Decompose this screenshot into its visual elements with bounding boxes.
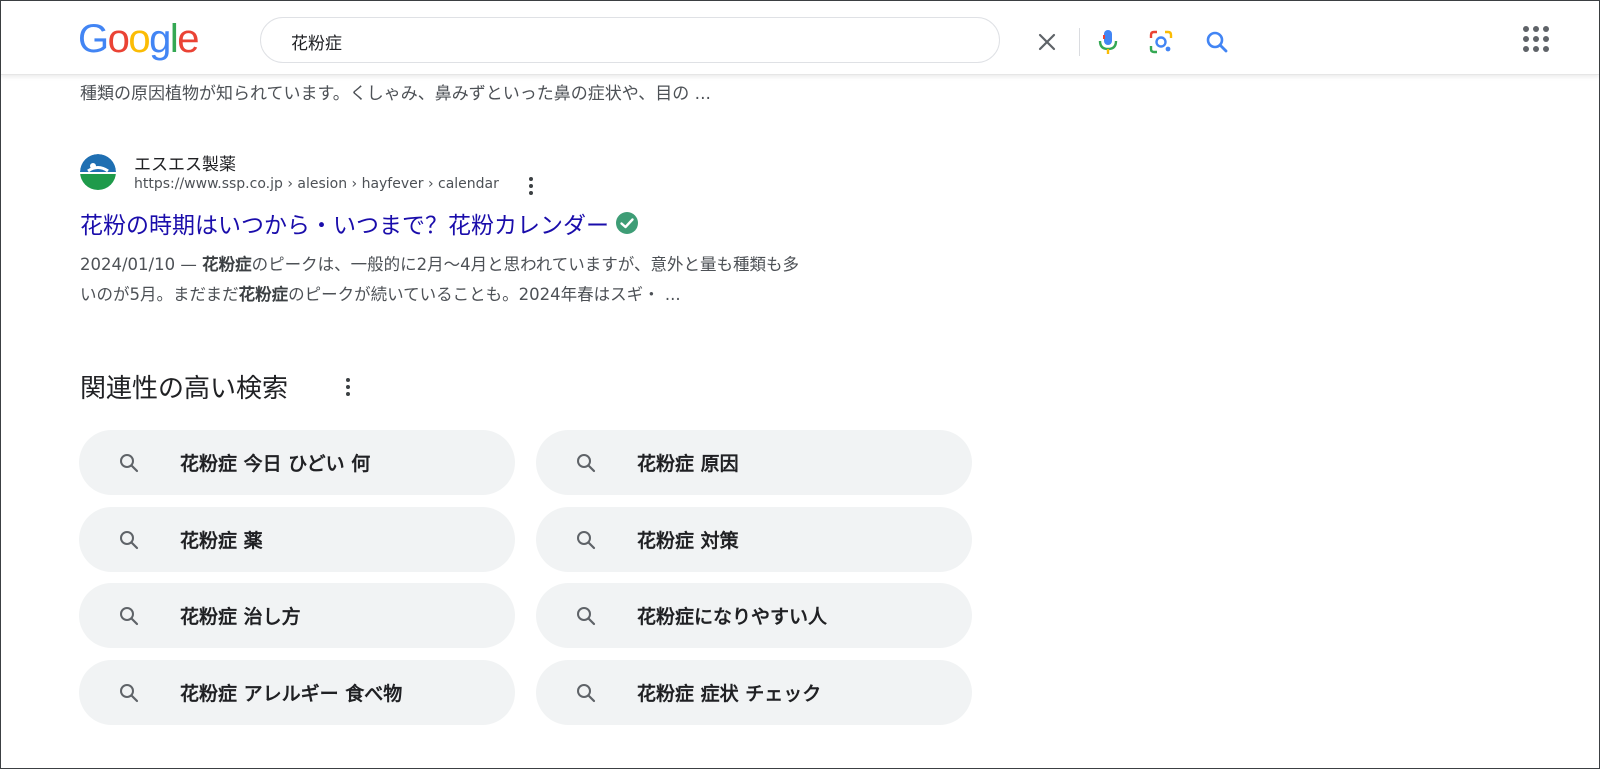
search-icon <box>117 681 141 705</box>
related-search-label: 花粉症になりやすい人 <box>637 606 828 628</box>
search-icon[interactable] <box>1203 28 1231 56</box>
related-search-label: 花粉症 症状 チェック <box>637 683 822 705</box>
related-search-label: 花粉症 アレルギー 食べ物 <box>180 683 403 705</box>
related-search-chip[interactable]: 花粉症 今日 ひどい 何 <box>79 430 515 495</box>
snippet-text: のピークは、一般的に2月～4月と思われていますが、意外と量も種類も多 <box>251 255 799 274</box>
related-search-label: 花粉症 今日 ひどい 何 <box>180 453 371 475</box>
search-box[interactable]: 花粉症 <box>260 17 1228 63</box>
related-search-label: 花粉症 対策 <box>637 530 739 552</box>
logo-letter: g <box>149 16 171 61</box>
google-logo[interactable]: G o o g l e <box>78 16 199 61</box>
search-box-divider <box>1079 28 1080 56</box>
close-icon[interactable] <box>1035 30 1059 54</box>
site-url[interactable]: https://www.ssp.co.jp › alesion › hayfev… <box>134 176 499 192</box>
search-input[interactable]: 花粉症 <box>291 29 342 54</box>
search-header: G o o g l e 花粉症 <box>1 1 1599 75</box>
snippet-line: いのが5月。まだまだ花粉症のピークが続いていることも。2024年春はスギ・ ..… <box>80 280 920 310</box>
related-search-chip[interactable]: 花粉症 対策 <box>536 507 972 572</box>
logo-letter: o <box>128 16 150 61</box>
verified-check-icon <box>615 211 639 235</box>
search-icon <box>574 681 598 705</box>
search-icon <box>574 604 598 628</box>
related-search-chip[interactable]: 花粉症 薬 <box>79 507 515 572</box>
related-search-chip[interactable]: 花粉症になりやすい人 <box>536 583 972 648</box>
related-search-chip[interactable]: 花粉症 治し方 <box>79 583 515 648</box>
result-title-link[interactable]: 花粉の時期はいつから・いつまで？花粉カレンダー <box>80 206 639 240</box>
camera-lens-icon[interactable] <box>1148 29 1174 55</box>
search-icon <box>117 451 141 475</box>
more-options-icon[interactable] <box>522 176 540 196</box>
more-options-icon[interactable] <box>339 376 357 398</box>
snippet-line: 2024/01/10 — 花粉症のピークは、一般的に2月～4月と思われていますが… <box>80 250 920 280</box>
related-search-chip[interactable]: 花粉症 原因 <box>536 430 972 495</box>
snippet-keyword: 花粉症 <box>238 285 289 304</box>
logo-letter: o <box>107 16 130 61</box>
snippet-text: いのが5月。まだまだ <box>80 285 239 304</box>
logo-letter: G <box>78 16 109 61</box>
related-search-chip[interactable]: 花粉症 症状 チェック <box>536 660 972 725</box>
search-icon <box>574 528 598 552</box>
search-icon <box>574 451 598 475</box>
related-searches-title: 関連性の高い検索 <box>80 374 289 404</box>
logo-letter: l <box>169 16 179 61</box>
site-name[interactable]: エスエス製薬 <box>134 150 236 175</box>
snippet-text: 2024/01/10 — <box>80 255 203 274</box>
snippet-keyword: 花粉症 <box>202 255 252 274</box>
result-snippet: 2024/01/10 — 花粉症のピークは、一般的に2月～4月と思われていますが… <box>80 250 920 310</box>
related-search-chip[interactable]: 花粉症 アレルギー 食べ物 <box>79 660 515 725</box>
related-search-label: 花粉症 治し方 <box>180 606 301 628</box>
result-title-text[interactable]: 花粉の時期はいつから・いつまで？花粉カレンダー <box>80 206 609 240</box>
search-icon <box>117 604 141 628</box>
previous-result-snippet: 種類の原因植物が知られています。くしゃみ、鼻みずといった鼻の症状や、目の ... <box>80 84 711 104</box>
logo-letter: e <box>177 16 199 61</box>
related-search-label: 花粉症 薬 <box>180 530 263 552</box>
related-search-label: 花粉症 原因 <box>637 453 739 475</box>
apps-grid-icon[interactable] <box>1522 25 1550 53</box>
site-favicon[interactable] <box>80 154 116 190</box>
search-icon <box>117 528 141 552</box>
microphone-icon[interactable] <box>1095 28 1121 56</box>
snippet-text: のピークが続いていることも。2024年春はスギ・ ... <box>288 285 681 304</box>
